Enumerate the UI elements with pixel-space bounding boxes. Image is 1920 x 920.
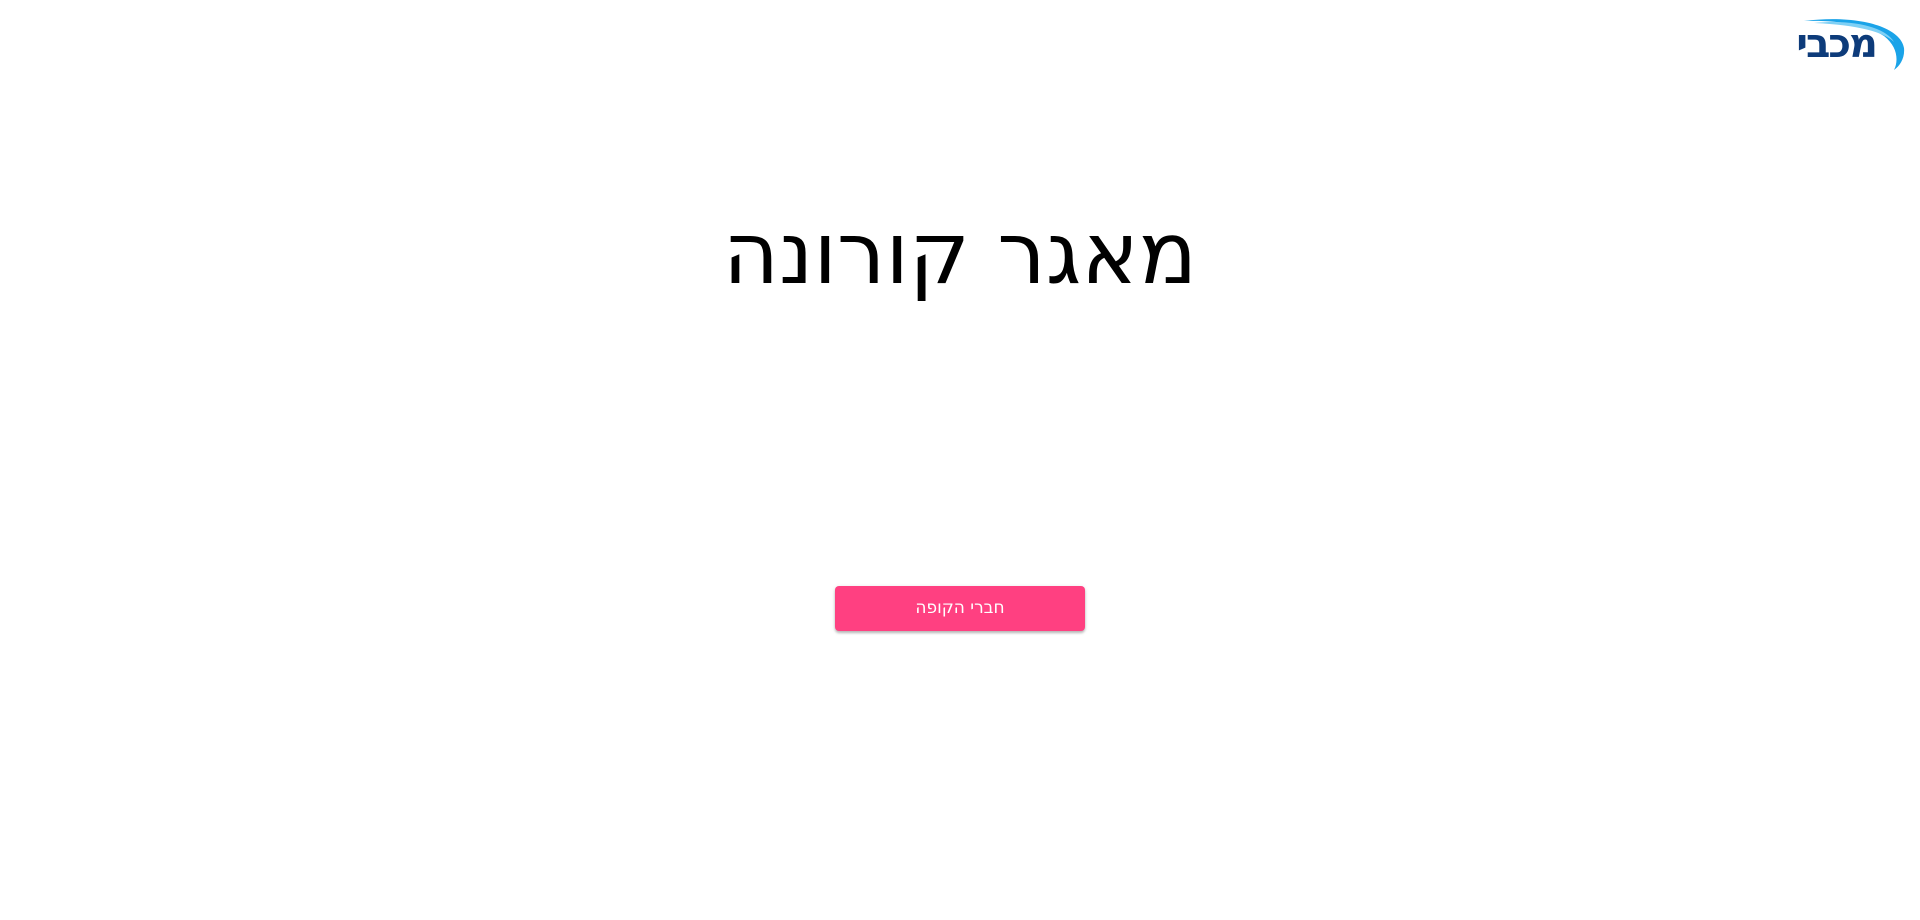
- members-button[interactable]: חברי הקופה: [835, 586, 1085, 631]
- logo-text: מכבי: [1796, 21, 1878, 67]
- maccabi-logo: מכבי: [1766, 16, 1906, 72]
- page-title: מאגר קורונה: [722, 204, 1198, 304]
